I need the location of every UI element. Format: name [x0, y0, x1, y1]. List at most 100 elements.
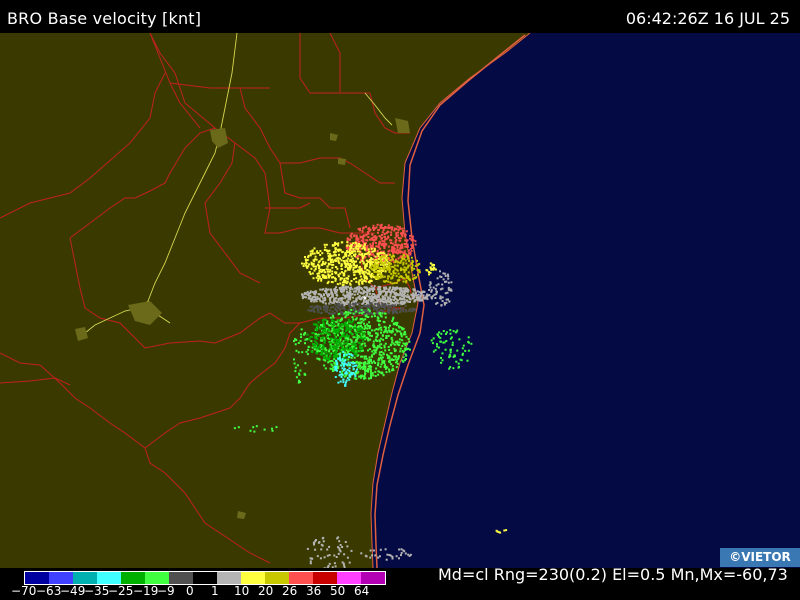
echo-pixel	[349, 234, 352, 237]
echo-pixel	[364, 326, 367, 329]
echo-pixel	[327, 280, 330, 283]
echo-pixel	[398, 239, 401, 242]
radar-map-canvas[interactable]	[0, 33, 800, 568]
echo-pixel	[358, 250, 361, 253]
scale-tick-label: 26	[282, 584, 298, 598]
echo-pixel	[390, 239, 393, 242]
echo-pixel	[377, 359, 380, 362]
echo-pixel	[387, 304, 390, 307]
echo-pixel	[342, 350, 345, 353]
echo-pixel	[383, 268, 386, 271]
echo-pixel	[410, 244, 413, 247]
echo-pixel	[364, 315, 367, 318]
echo-pixel	[338, 549, 341, 552]
echo-pixel	[436, 333, 439, 336]
echo-pixel	[398, 279, 401, 282]
echo-pixel	[393, 229, 396, 232]
echo-pixel	[365, 259, 368, 262]
echo-pixel	[430, 339, 433, 342]
echo-pixel	[299, 369, 302, 372]
echo-pixel	[319, 288, 322, 291]
echo-pixel	[388, 271, 391, 273]
echo-pixel	[404, 347, 407, 350]
echo-pixel	[346, 237, 349, 240]
echo-pixel	[302, 333, 305, 336]
echo-pixel	[385, 337, 388, 339]
echo-pixel	[342, 274, 345, 277]
radar-map[interactable]	[0, 33, 800, 568]
echo-pixel	[343, 353, 346, 356]
echo-pixel	[369, 243, 372, 246]
echo-pixel	[402, 287, 405, 290]
echo-pixel	[353, 349, 356, 352]
echo-pixel	[318, 260, 321, 263]
echo-pixel	[384, 303, 386, 306]
echo-pixel	[346, 335, 349, 338]
echo-pixel	[351, 320, 354, 323]
echo-pixel	[458, 338, 461, 341]
echo-pixel	[394, 304, 397, 307]
echo-pixel	[360, 331, 363, 334]
echo-pixel	[372, 340, 375, 343]
echo-pixel	[341, 297, 344, 299]
echo-pixel	[400, 335, 403, 338]
echo-pixel	[309, 562, 312, 565]
echo-pixel	[323, 325, 325, 328]
echo-pixel	[383, 325, 386, 328]
echo-pixel	[313, 269, 316, 272]
echo-pixel	[381, 356, 384, 359]
echo-pixel	[352, 242, 355, 245]
echo-pixel	[380, 347, 383, 349]
echo-pixel	[397, 257, 400, 260]
echo-pixel	[324, 353, 327, 356]
echo-pixel	[353, 373, 356, 376]
echo-pixel	[395, 328, 398, 331]
echo-pixel	[359, 367, 362, 370]
echo-pixel	[370, 377, 372, 380]
echo-pixel	[456, 329, 459, 332]
echo-pixel	[349, 298, 352, 301]
echo-pixel	[340, 259, 343, 262]
echo-pixel	[416, 259, 418, 262]
echo-pixel	[319, 306, 322, 309]
echo-pixel	[351, 354, 354, 357]
echo-pixel	[398, 338, 401, 341]
echo-pixel	[447, 275, 450, 278]
echo-pixel	[347, 263, 350, 266]
echo-pixel	[319, 557, 322, 560]
echo-pixel	[387, 298, 390, 301]
echo-pixel	[332, 345, 335, 348]
echo-pixel	[413, 274, 416, 277]
echo-pixel	[339, 289, 342, 292]
echo-pixel	[376, 316, 379, 319]
echo-pixel	[382, 303, 385, 306]
echo-pixel	[376, 334, 379, 337]
echo-pixel	[402, 280, 405, 283]
echo-pixel	[380, 354, 383, 357]
echo-pixel	[353, 342, 356, 345]
echo-pixel	[367, 295, 370, 298]
echo-pixel	[358, 328, 361, 331]
echo-pixel	[408, 249, 410, 252]
echo-pixel	[365, 555, 368, 558]
echo-pixel	[353, 293, 356, 296]
echo-pixel	[341, 304, 343, 307]
echo-pixel	[304, 362, 307, 365]
echo-pixel	[380, 309, 382, 311]
echo-pixel	[381, 231, 384, 234]
echo-pixel	[362, 311, 365, 314]
echo-pixel	[337, 244, 340, 247]
echo-pixel	[416, 294, 418, 297]
echo-pixel	[343, 564, 346, 567]
echo-pixel	[355, 354, 358, 357]
echo-pixel	[317, 293, 320, 296]
echo-pixel	[355, 377, 358, 380]
echo-pixel	[374, 266, 376, 269]
echo-pixel	[362, 227, 364, 230]
echo-pixel	[374, 375, 377, 377]
echo-pixel	[353, 255, 356, 258]
echo-pixel	[363, 277, 366, 280]
echo-pixel	[377, 299, 380, 302]
echo-pixel	[457, 362, 460, 365]
echo-pixel	[317, 252, 320, 254]
